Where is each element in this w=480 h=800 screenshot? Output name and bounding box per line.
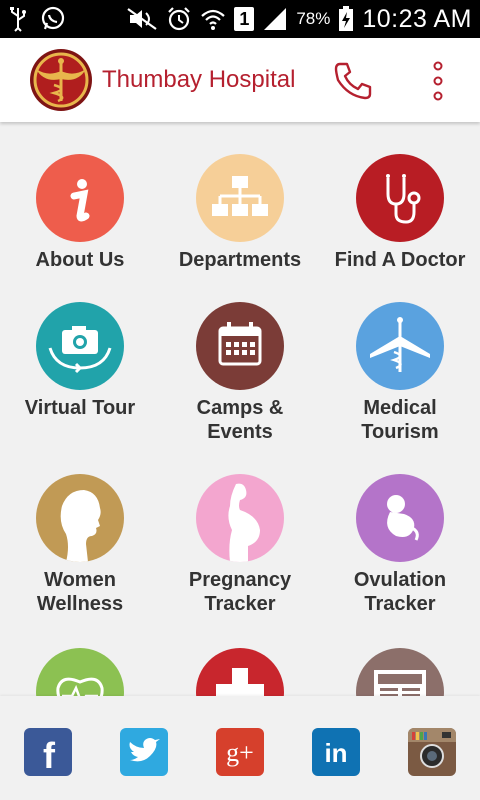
instagram-icon[interactable] [408, 728, 456, 776]
battery-percent: 78% [296, 9, 331, 28]
menu-item-label: Ovulation Tracker [353, 569, 447, 615]
social-bar: f g+ in [0, 696, 480, 800]
menu-item-departments[interactable]: Departments [160, 154, 320, 272]
stethoscope-icon [356, 154, 444, 242]
phone-call-button[interactable] [330, 58, 376, 104]
menu-item-about-us[interactable]: About Us [0, 154, 160, 272]
menu-item-label: Women Wellness [36, 569, 124, 615]
menu-item-camps-events[interactable]: Camps & Events [160, 302, 320, 444]
fetus-icon [356, 474, 444, 562]
sim-icon: 1 [234, 7, 255, 31]
wifi-icon [201, 9, 226, 30]
menu-item-health[interactable] [0, 648, 160, 696]
menu-item-find-a-doctor[interactable]: Find A Doctor [320, 154, 480, 272]
menu-item-label: Camps & Events [196, 397, 284, 443]
menu-item-label: Find A Doctor [334, 249, 466, 271]
menu-item-pregnancy-tracker[interactable]: Pregnancy Tracker [160, 474, 320, 616]
woman-profile-icon [36, 474, 124, 562]
whatsapp-icon [41, 6, 65, 30]
red-cross-icon [196, 648, 284, 696]
camera-360-icon [36, 302, 124, 390]
status-time: 10:23 AM [362, 4, 472, 33]
usb-icon [10, 7, 26, 32]
menu-item-medical-tourism[interactable]: Medical Tourism [320, 302, 480, 444]
menu-item-news[interactable] [320, 648, 480, 696]
linkedin-icon[interactable]: in [312, 728, 360, 776]
menu-grid: About Us Departments Find A Doctor Virtu… [0, 124, 480, 696]
menu-item-women-wellness[interactable]: Women Wellness [0, 474, 160, 616]
status-bar: 1 78% 10:23 AM [0, 0, 480, 38]
signal-icon [264, 8, 287, 30]
calendar-icon [196, 302, 284, 390]
menu-item-emergency[interactable] [160, 648, 320, 696]
app-bar: Thumbay Hospital [0, 38, 480, 122]
battery-charging-icon [339, 6, 354, 31]
info-icon [36, 154, 124, 242]
svg-text:f: f [43, 735, 56, 776]
mute-icon [127, 8, 157, 30]
pregnant-woman-icon [196, 474, 284, 562]
google-plus-icon[interactable]: g+ [216, 728, 264, 776]
twitter-icon[interactable] [120, 728, 168, 776]
heartbeat-icon [36, 648, 124, 696]
facebook-icon[interactable]: f [24, 728, 72, 776]
news-icon [356, 648, 444, 696]
menu-item-label: Departments [178, 249, 302, 271]
plane-caduceus-icon [356, 302, 444, 390]
menu-item-label: Medical Tourism [361, 397, 439, 443]
svg-text:g+: g+ [226, 738, 254, 767]
menu-item-virtual-tour[interactable]: Virtual Tour [0, 302, 160, 420]
menu-item-label: Pregnancy Tracker [188, 569, 292, 615]
sitemap-icon [196, 154, 284, 242]
alarm-icon [168, 7, 191, 31]
hospital-logo [30, 49, 92, 111]
menu-item-ovulation-tracker[interactable]: Ovulation Tracker [320, 474, 480, 616]
menu-item-label: About Us [35, 249, 125, 271]
menu-item-label: Virtual Tour [24, 397, 136, 419]
more-options-button[interactable] [424, 60, 452, 102]
svg-text:in: in [324, 738, 347, 768]
app-title: Thumbay Hospital [102, 66, 296, 93]
